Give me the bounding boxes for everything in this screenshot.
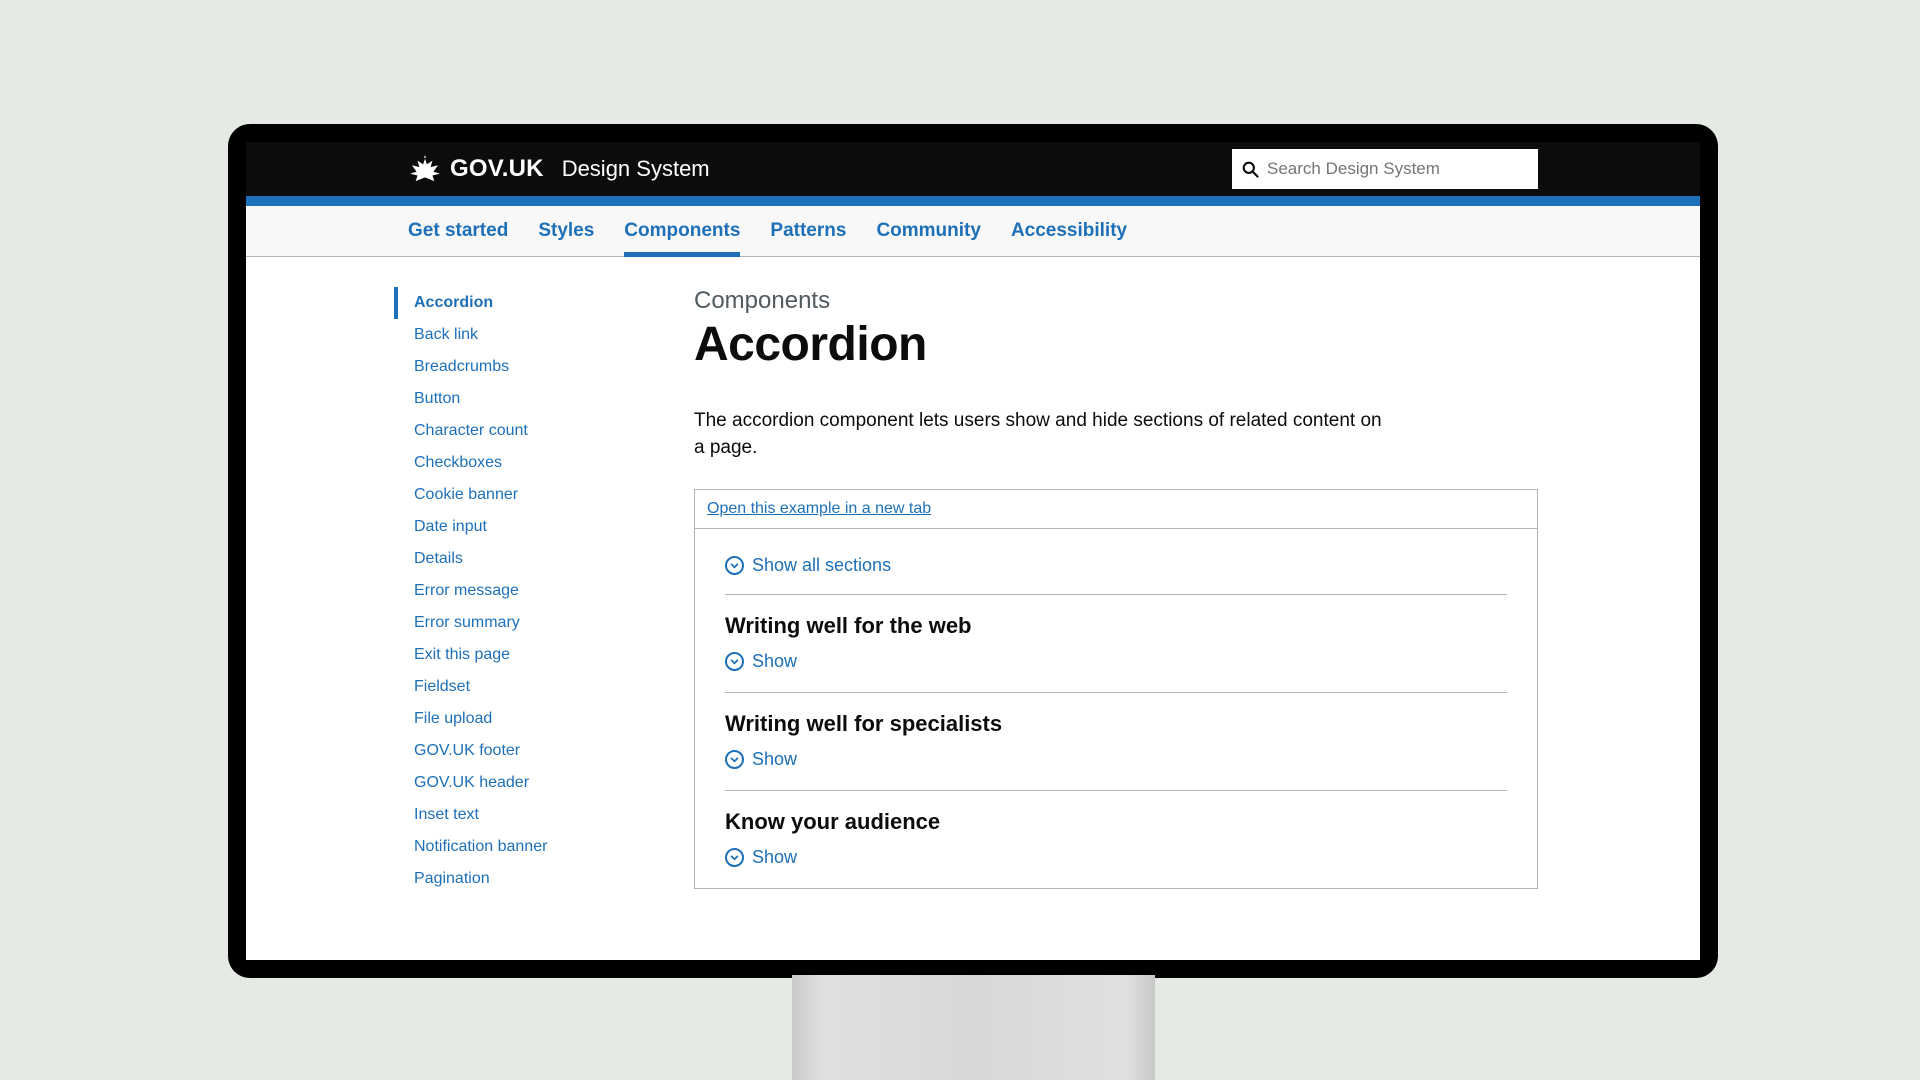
- sidebar-item-button[interactable]: Button: [394, 383, 674, 415]
- search-icon: [1242, 161, 1259, 178]
- nav-item-components[interactable]: Components: [624, 206, 740, 256]
- monitor-stand: [792, 975, 1155, 1080]
- sidebar-item-breadcrumbs[interactable]: Breadcrumbs: [394, 351, 674, 383]
- example-body: Show all sections Writing well for the w…: [695, 529, 1537, 888]
- sidebar-item-fieldset[interactable]: Fieldset: [394, 671, 674, 703]
- accordion-section[interactable]: Writing well for specialists Show: [725, 693, 1507, 791]
- example-header: Open this example in a new tab: [695, 490, 1537, 529]
- sidebar-nav: AccordionBack linkBreadcrumbsButtonChara…: [394, 287, 674, 895]
- sidebar-item-error-message[interactable]: Error message: [394, 575, 674, 607]
- accordion-toggle-label: Show: [752, 749, 797, 770]
- site-logo[interactable]: GOV.UK Design System: [408, 155, 710, 183]
- accordion-toggle[interactable]: Show: [725, 749, 1507, 770]
- chevron-down-icon: [725, 750, 744, 769]
- sidebar-item-gov-uk-header[interactable]: GOV.UK header: [394, 767, 674, 799]
- site-name: GOV.UK: [450, 155, 544, 183]
- nav-item-community[interactable]: Community: [876, 206, 981, 256]
- product-name: Design System: [562, 156, 710, 182]
- sidebar-item-back-link[interactable]: Back link: [394, 319, 674, 351]
- sidebar-item-details[interactable]: Details: [394, 543, 674, 575]
- search-box[interactable]: [1232, 149, 1538, 189]
- screen: GOV.UK Design System Get started Styles Co…: [246, 142, 1700, 960]
- sidebar-item-exit-this-page[interactable]: Exit this page: [394, 639, 674, 671]
- chevron-down-icon: [725, 652, 744, 671]
- nav-item-styles[interactable]: Styles: [538, 206, 594, 256]
- crown-icon: [408, 155, 442, 183]
- accordion-section[interactable]: Writing well for the web Show: [725, 595, 1507, 693]
- sidebar-item-inset-text[interactable]: Inset text: [394, 799, 674, 831]
- accordion-toggle-label: Show: [752, 651, 797, 672]
- accordion-toggle[interactable]: Show: [725, 651, 1507, 672]
- chevron-down-icon: [725, 556, 744, 575]
- accordion-section-heading: Writing well for specialists: [725, 711, 1507, 737]
- example-frame: Open this example in a new tab Show all …: [694, 489, 1538, 889]
- main-content: Components Accordion The accordion compo…: [674, 287, 1538, 895]
- nav-item-accessibility[interactable]: Accessibility: [1011, 206, 1127, 256]
- sidebar-item-error-summary[interactable]: Error summary: [394, 607, 674, 639]
- show-all-button[interactable]: Show all sections: [725, 555, 1507, 595]
- nav-item-get-started[interactable]: Get started: [408, 206, 508, 256]
- sidebar-item-cookie-banner[interactable]: Cookie banner: [394, 479, 674, 511]
- sidebar-item-accordion[interactable]: Accordion: [394, 287, 674, 319]
- site-header: GOV.UK Design System: [246, 142, 1700, 196]
- accordion-section[interactable]: Know your audience Show: [725, 791, 1507, 888]
- accordion-toggle[interactable]: Show: [725, 847, 1507, 868]
- sidebar-item-file-upload[interactable]: File upload: [394, 703, 674, 735]
- header-accent-bar: [246, 196, 1700, 206]
- accordion-toggle-label: Show: [752, 847, 797, 868]
- nav-item-patterns[interactable]: Patterns: [770, 206, 846, 256]
- sidebar-item-date-input[interactable]: Date input: [394, 511, 674, 543]
- page-title: Accordion: [694, 317, 1538, 372]
- sidebar-item-pagination[interactable]: Pagination: [394, 863, 674, 895]
- search-input[interactable]: [1259, 159, 1528, 179]
- main-nav: Get started Styles Components Patterns Commu…: [246, 206, 1700, 257]
- monitor-frame: GOV.UK Design System Get started Styles Co…: [228, 124, 1718, 978]
- accordion-list: Writing well for the webShowWriting well…: [725, 595, 1507, 888]
- sidebar-item-character-count[interactable]: Character count: [394, 415, 674, 447]
- open-example-link[interactable]: Open this example in a new tab: [707, 500, 931, 517]
- sidebar-item-notification-banner[interactable]: Notification banner: [394, 831, 674, 863]
- sidebar-item-checkboxes[interactable]: Checkboxes: [394, 447, 674, 479]
- sidebar-item-gov-uk-footer[interactable]: GOV.UK footer: [394, 735, 674, 767]
- accordion-section-heading: Know your audience: [725, 809, 1507, 835]
- intro-text: The accordion component lets users show …: [694, 408, 1394, 461]
- chevron-down-icon: [725, 848, 744, 867]
- accordion-section-heading: Writing well for the web: [725, 613, 1507, 639]
- section-caption: Components: [694, 287, 1538, 315]
- show-all-label: Show all sections: [752, 555, 891, 576]
